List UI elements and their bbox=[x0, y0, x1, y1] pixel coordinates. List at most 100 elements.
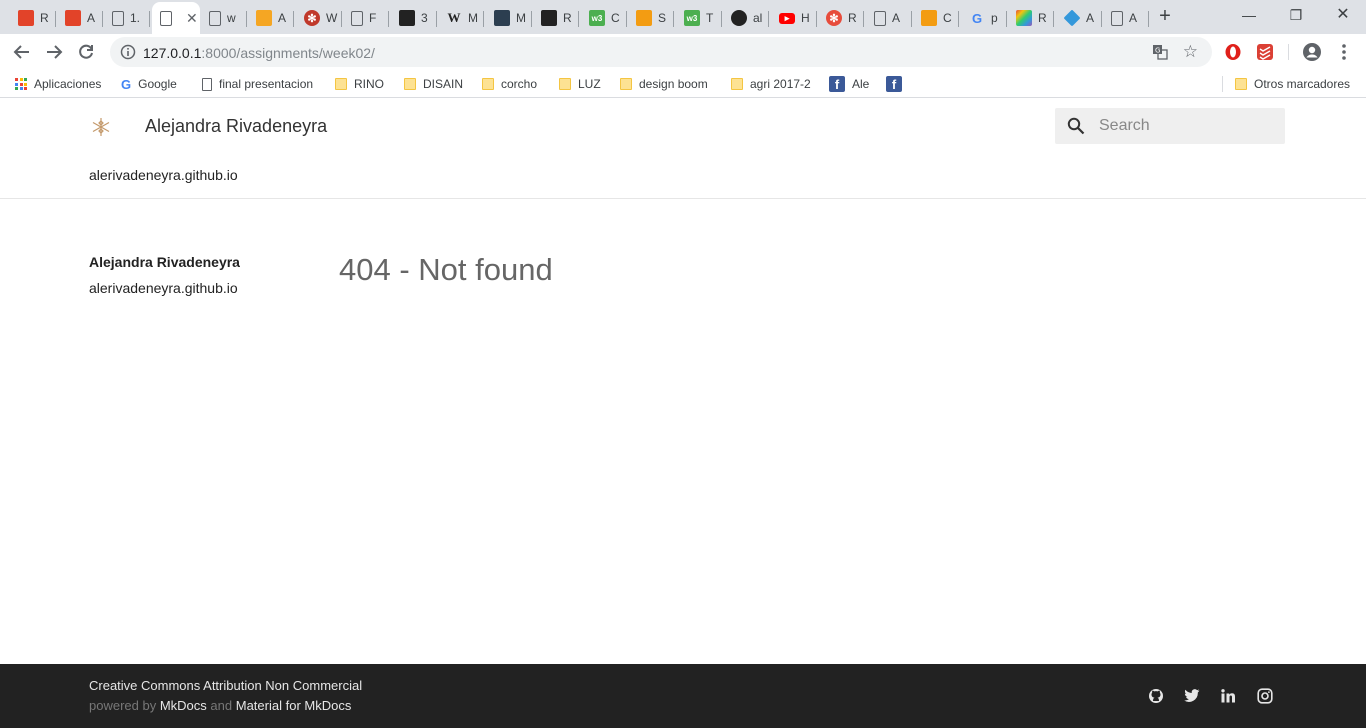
tab-title: R bbox=[1038, 11, 1047, 25]
browser-tab[interactable]: 1. bbox=[104, 2, 150, 34]
tab-title: A bbox=[892, 11, 901, 25]
browser-tab[interactable]: ✻ R bbox=[818, 2, 864, 34]
opera-extension-button[interactable] bbox=[1223, 42, 1243, 62]
bookmark-label: design boom bbox=[639, 77, 708, 91]
youtube-icon: ▸ bbox=[779, 12, 795, 24]
bookmark-star-icon[interactable]: ☆ bbox=[1183, 42, 1198, 62]
linkedin-link[interactable] bbox=[1219, 687, 1237, 705]
info-icon[interactable] bbox=[120, 44, 136, 60]
menu-button[interactable] bbox=[1334, 42, 1354, 62]
powered-prefix: powered by bbox=[89, 698, 157, 713]
bookmark-label: final presentacion bbox=[219, 77, 314, 91]
browser-tab[interactable]: A bbox=[248, 2, 294, 34]
browser-tab[interactable]: ✻ W bbox=[296, 2, 342, 34]
browser-tab[interactable]: S bbox=[628, 2, 674, 34]
browser-tab[interactable]: 3 bbox=[391, 2, 437, 34]
site-logo-icon[interactable] bbox=[90, 116, 112, 138]
close-window-button[interactable]: ✕ bbox=[1320, 4, 1366, 26]
browser-tab[interactable]: A bbox=[866, 2, 912, 34]
sidebar-title[interactable]: Alejandra Rivadeneyra bbox=[89, 254, 309, 270]
sidebar-repo-link[interactable]: alerivadeneyra.github.io bbox=[89, 280, 309, 296]
bookmark-item[interactable]: f Ale bbox=[829, 75, 869, 93]
diamond-icon bbox=[1063, 9, 1081, 27]
bookmark-item[interactable]: Aplicaciones bbox=[15, 75, 101, 93]
bookmark-item[interactable]: agri 2017-2 bbox=[731, 75, 811, 93]
browser-tab[interactable]: C bbox=[913, 2, 959, 34]
instagram-link[interactable] bbox=[1256, 687, 1274, 705]
tab-separator bbox=[1101, 11, 1102, 27]
close-tab-icon[interactable]: ✕ bbox=[186, 10, 198, 27]
browser-tab[interactable]: w3 T bbox=[676, 2, 722, 34]
browser-tab[interactable]: A bbox=[1056, 2, 1102, 34]
page-icon bbox=[874, 10, 886, 26]
site-title[interactable]: Alejandra Rivadeneyra bbox=[145, 116, 327, 137]
tab-title: R bbox=[848, 11, 857, 25]
new-tab-button[interactable]: + bbox=[1154, 5, 1176, 27]
address-bar[interactable]: 127.0.0.1:8000/assignments/week02/ G ☆ bbox=[110, 37, 1212, 67]
browser-tab[interactable]: R bbox=[533, 2, 579, 34]
browser-tab[interactable]: Gp bbox=[961, 2, 1007, 34]
forward-button[interactable] bbox=[40, 38, 68, 66]
browser-toolbar: 127.0.0.1:8000/assignments/week02/ G ☆ bbox=[0, 34, 1366, 70]
tab-title: A bbox=[87, 11, 96, 25]
bookmark-label: agri 2017-2 bbox=[750, 77, 811, 91]
restore-button[interactable]: ❐ bbox=[1273, 4, 1319, 26]
bookmark-item[interactable]: RINO bbox=[335, 75, 384, 93]
url-text[interactable]: 127.0.0.1:8000/assignments/week02/ bbox=[143, 45, 375, 61]
search-input[interactable] bbox=[1099, 108, 1279, 144]
browser-tab[interactable]: F bbox=[343, 2, 389, 34]
bookmark-item[interactable]: corcho bbox=[482, 75, 537, 93]
google-icon: G bbox=[971, 10, 983, 26]
repo-link[interactable]: alerivadeneyra.github.io bbox=[89, 167, 238, 183]
search-box[interactable] bbox=[1055, 108, 1285, 144]
bookmark-label: DISAIN bbox=[423, 77, 464, 91]
globe-icon: ✻ bbox=[304, 10, 320, 26]
mkdocs-link[interactable]: MkDocs bbox=[160, 698, 207, 713]
w3-icon: w3 bbox=[589, 10, 605, 26]
toolbar-divider bbox=[1288, 44, 1289, 60]
license-text: Creative Commons Attribution Non Commerc… bbox=[89, 678, 363, 693]
bookmark-item[interactable]: LUZ bbox=[559, 75, 601, 93]
tab-title: F bbox=[369, 11, 377, 25]
folder-icon bbox=[731, 78, 743, 90]
tab-separator bbox=[578, 11, 579, 27]
browser-tab[interactable]: M bbox=[486, 2, 532, 34]
bookmark-item[interactable]: final presentacion bbox=[202, 75, 313, 93]
tab-title: H bbox=[801, 11, 810, 25]
bookmark-item[interactable]: design boom bbox=[620, 75, 708, 93]
tab-separator bbox=[531, 11, 532, 27]
todoist-extension-button[interactable] bbox=[1255, 42, 1275, 62]
reload-button[interactable] bbox=[72, 38, 100, 66]
bookmark-item[interactable]: G Google bbox=[121, 75, 177, 93]
material-link[interactable]: Material for MkDocs bbox=[236, 698, 352, 713]
tab-title: S bbox=[658, 11, 667, 25]
browser-tab[interactable]: w bbox=[201, 2, 247, 34]
twitter-link[interactable] bbox=[1183, 687, 1201, 705]
browser-tab[interactable]: al bbox=[723, 2, 769, 34]
bookmarks-bar: Aplicaciones G Google final presentacion RIN… bbox=[0, 70, 1366, 98]
browser-tab[interactable]: ▸ H bbox=[771, 2, 817, 34]
github-link[interactable] bbox=[1147, 687, 1165, 705]
browser-tab[interactable]: R bbox=[1008, 2, 1054, 34]
tab-separator bbox=[911, 11, 912, 27]
bookmark-item[interactable]: f bbox=[886, 75, 902, 93]
bookmark-other[interactable]: Otros marcadores bbox=[1235, 75, 1350, 93]
browser-tab[interactable]: w3 C bbox=[581, 2, 627, 34]
browser-tab[interactable]: WM bbox=[438, 2, 484, 34]
browser-tab[interactable]: A bbox=[57, 2, 103, 34]
browser-tab[interactable]: A bbox=[1103, 2, 1149, 34]
translate-icon[interactable]: G bbox=[1152, 44, 1168, 60]
w3-icon: w3 bbox=[684, 10, 700, 26]
account-circle-icon bbox=[1303, 43, 1321, 61]
github-icon bbox=[1149, 689, 1163, 703]
back-button[interactable] bbox=[8, 38, 36, 66]
browser-tab[interactable]: ✕ bbox=[152, 2, 200, 34]
bookmark-label: LUZ bbox=[578, 77, 601, 91]
profile-button[interactable] bbox=[1302, 42, 1322, 62]
arrow-left-icon bbox=[13, 45, 29, 59]
site-header: Alejandra Rivadeneyra alerivadeneyra.git… bbox=[0, 102, 1366, 199]
tab-title: A bbox=[1086, 11, 1095, 25]
browser-tab[interactable]: R bbox=[10, 2, 56, 34]
bookmark-item[interactable]: DISAIN bbox=[404, 75, 463, 93]
minimize-button[interactable]: — bbox=[1226, 4, 1272, 26]
